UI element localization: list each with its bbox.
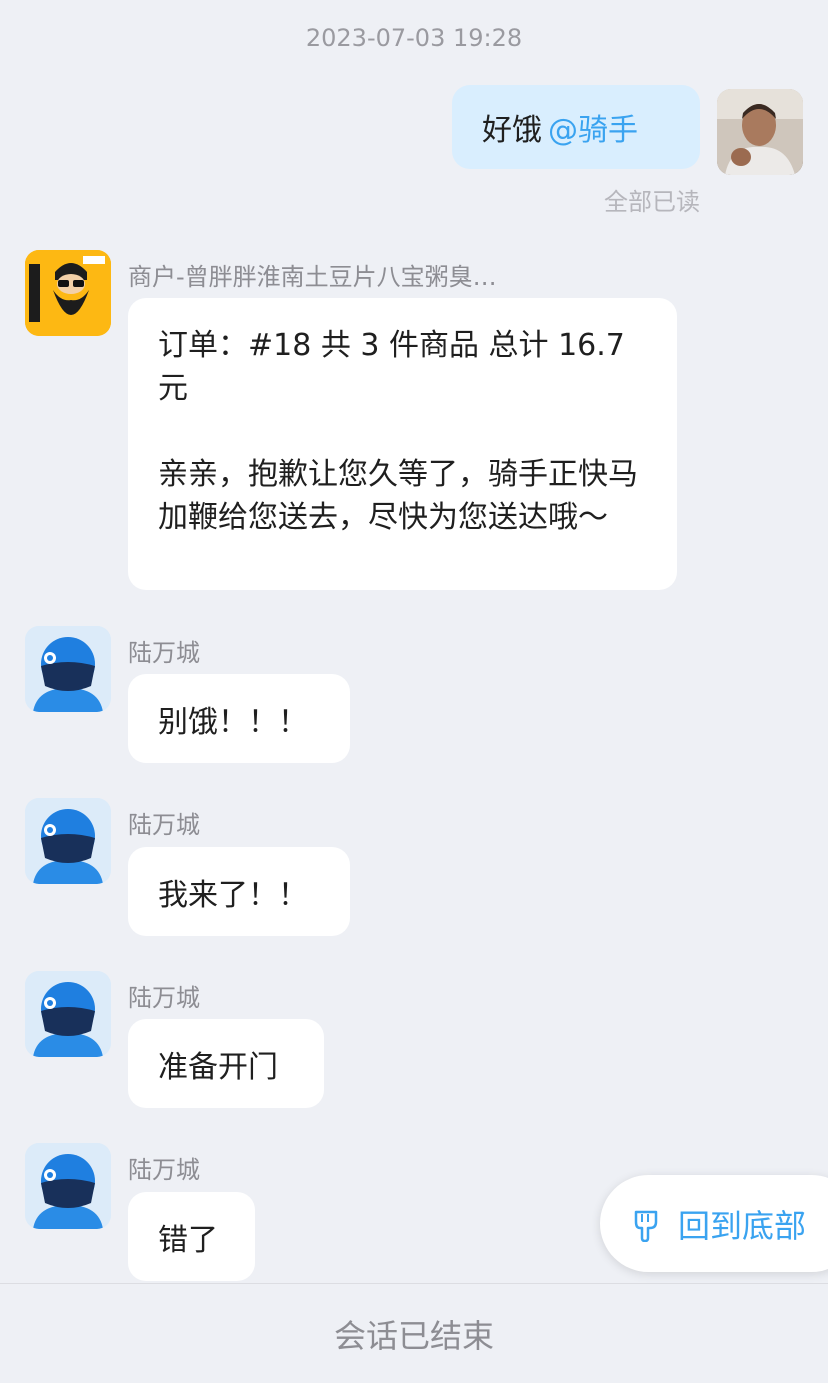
- back-to-bottom-label: 回到底部: [678, 1206, 807, 1245]
- rider-helmet-icon: [25, 626, 111, 712]
- rider-sender-name: 陆万城: [128, 811, 200, 839]
- message-timestamp: 2023-07-03 19:28: [305, 24, 523, 52]
- merchant-message-text: 亲亲，抱歉让您久等了，骑手正快马加鞭给您送去，尽快为您送达哦～: [158, 457, 638, 535]
- rider-helmet-icon: [25, 798, 111, 884]
- outgoing-message-bubble[interactable]: 好饿 @骑手: [452, 85, 700, 169]
- rider-message-bubble[interactable]: 错了: [128, 1192, 255, 1281]
- merchant-avatar[interactable]: [25, 250, 111, 336]
- user-avatar[interactable]: [717, 89, 803, 175]
- conversation-ended-footer: 会话已结束: [0, 1284, 828, 1383]
- merchant-message-bubble[interactable]: 订单：#18 共 3 件商品 总计 16.7 元 亲亲，抱歉让您久等了，骑手正快…: [128, 298, 677, 590]
- rider-sender-name: 陆万城: [128, 639, 200, 667]
- rider-sender-name: 陆万城: [128, 1156, 200, 1184]
- rider-avatar[interactable]: [25, 1143, 111, 1229]
- order-summary: 订单：#18 共 3 件商品 总计 16.7 元: [158, 328, 625, 406]
- rider-message-bubble[interactable]: 准备开门: [128, 1019, 324, 1108]
- bearded-man-logo: [25, 250, 111, 336]
- rider-message-text: 准备开门: [158, 1049, 278, 1085]
- back-to-bottom-button[interactable]: 回到底部: [600, 1175, 828, 1272]
- rider-avatar[interactable]: [25, 971, 111, 1057]
- rider-message-bubble[interactable]: 别饿！！！: [128, 674, 350, 763]
- outgoing-message-text: 好饿: [482, 113, 542, 148]
- rider-sender-name: 陆万城: [128, 984, 200, 1012]
- rider-message-text: 我来了！！: [158, 877, 308, 913]
- conversation-status-text: 会话已结束: [333, 1316, 494, 1355]
- rider-avatar[interactable]: [25, 798, 111, 884]
- read-status: 全部已读: [604, 188, 700, 216]
- merchant-sender-name: 商户-曾胖胖淮南土豆片八宝粥臭…: [128, 263, 497, 291]
- rider-message-bubble[interactable]: 我来了！！: [128, 847, 350, 936]
- finger-down-icon: [634, 1210, 658, 1242]
- rider-helmet-icon: [25, 1143, 111, 1229]
- rider-mention-link[interactable]: @骑手: [548, 105, 638, 149]
- rider-avatar[interactable]: [25, 626, 111, 712]
- rider-message-text: 错了: [158, 1222, 218, 1258]
- rider-message-text: 别饿！！！: [158, 704, 308, 740]
- rider-helmet-icon: [25, 971, 111, 1057]
